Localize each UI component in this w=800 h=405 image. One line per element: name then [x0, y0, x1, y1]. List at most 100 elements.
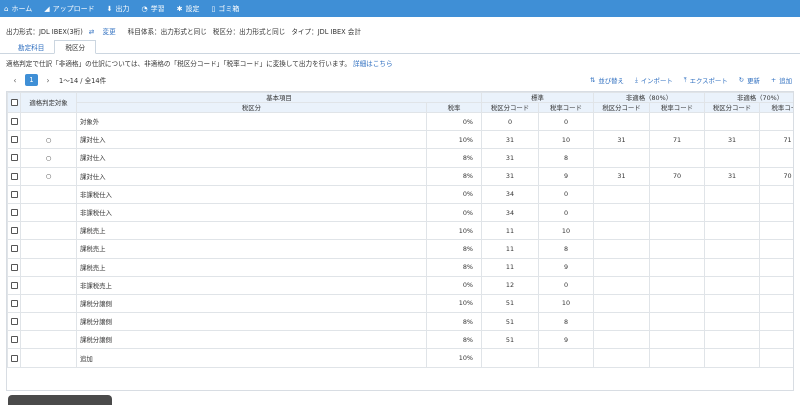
cell-sr: 0	[538, 202, 594, 223]
nav-item-5[interactable]: ▯ ゴミ箱	[212, 4, 240, 14]
next-page-button[interactable]: ›	[41, 76, 55, 85]
cell-sc: 11	[481, 221, 539, 241]
cell-sr: 10	[538, 293, 594, 314]
cell-sr: 9	[538, 257, 594, 277]
action-button-1[interactable]: ⤓ インポート	[635, 76, 673, 85]
qual-header: 適格判定対象	[20, 92, 77, 113]
row-checkbox[interactable]	[10, 136, 18, 144]
bottom-panel-tab[interactable]	[8, 395, 112, 405]
cell-rate: 8%	[426, 239, 482, 259]
cell-name: 対象外	[76, 111, 427, 132]
tab-accounts[interactable]: 勘定科目	[8, 40, 54, 53]
row-checkbox[interactable]	[10, 281, 18, 289]
toolbar: ‹ 1 › 1〜14 / 全14件 ⇅ 並び替え ⤓ インポート ⤒ エクスポート ↻ 更新 +…	[0, 71, 800, 89]
change-link[interactable]: ⇄ 変更	[89, 26, 122, 36]
table-row[interactable]: 非課税売上 0% 12 0	[7, 275, 793, 295]
row-checkbox[interactable]	[10, 172, 18, 180]
cell-a	[593, 202, 650, 223]
row-checkbox[interactable]	[10, 299, 18, 307]
trash-icon: ▯	[211, 4, 216, 13]
table-row[interactable]: 課税分譲側 8% 51 8	[7, 312, 793, 332]
select-all-checkbox[interactable]	[10, 99, 18, 106]
cell-name: 非課税売上	[76, 275, 427, 295]
cell-sr: 8	[538, 239, 594, 259]
nav-item-2[interactable]: ⬇ 出力	[107, 4, 130, 14]
table-row[interactable]: ○ 課対仕入 10% 31 10 31 71 31 71	[7, 130, 793, 150]
cell-d	[759, 184, 793, 204]
tax-category-text: 税区分：出力形式と同じ	[212, 27, 286, 36]
table-row[interactable]: 課税売上 10% 11 10	[7, 221, 793, 241]
row-select-cell	[7, 257, 21, 277]
cell-d	[759, 239, 793, 259]
row-checkbox[interactable]	[10, 336, 18, 344]
cell-qual	[20, 221, 77, 241]
page-1-button[interactable]: 1	[25, 74, 38, 86]
table-row[interactable]: 課税分譲側 10% 51 10	[7, 293, 793, 314]
cell-a	[593, 312, 650, 332]
row-checkbox[interactable]	[10, 245, 18, 253]
row-checkbox[interactable]	[10, 118, 18, 126]
cell-rate: 8%	[426, 257, 482, 277]
action-button-3[interactable]: ↻ 更新	[739, 76, 760, 85]
action-button-4[interactable]: + 追加	[771, 76, 792, 85]
cell-sc: 31	[481, 148, 539, 168]
cell-sc: 51	[481, 312, 539, 332]
pagination-info: 1〜14 / 全14件	[59, 77, 107, 85]
cell-sr: 8	[538, 312, 594, 332]
cell-rate: 8%	[426, 312, 482, 332]
cell-sc: 51	[481, 293, 539, 314]
table-row[interactable]: 課税分譲側 8% 51 9	[7, 330, 793, 350]
nav-item-label: ホーム	[11, 4, 33, 13]
table-row[interactable]: 課税売上 8% 11 9	[7, 257, 793, 277]
cell-c	[704, 275, 761, 295]
cell-c	[704, 293, 761, 314]
row-checkbox[interactable]	[10, 227, 18, 235]
nq80-header: 非適格（80%）	[592, 92, 706, 103]
cell-d	[759, 221, 793, 241]
table-row[interactable]: 追加 10%	[7, 348, 793, 368]
cell-c	[704, 257, 761, 277]
table-row[interactable]: 課税売上 8% 11 8	[7, 239, 793, 259]
cell-b	[648, 184, 706, 204]
action-button-2[interactable]: ⤒ エクスポート	[684, 76, 728, 85]
cell-d	[759, 312, 793, 332]
cell-qual	[20, 348, 77, 368]
row-checkbox[interactable]	[10, 354, 18, 362]
nav-item-0[interactable]: ⌂ ホーム	[4, 4, 32, 14]
tab-tax-class[interactable]: 税区分	[54, 40, 97, 54]
row-checkbox[interactable]	[10, 154, 18, 162]
cell-b	[648, 148, 706, 168]
nav-item-3[interactable]: ◔ 学習	[142, 4, 165, 14]
table-row[interactable]: ○ 課対仕入 8% 31 8	[7, 148, 793, 168]
action-button-0[interactable]: ⇅ 並び替え	[590, 76, 624, 85]
row-select-cell	[7, 130, 21, 150]
cell-sr: 10	[538, 221, 594, 241]
cell-sr	[538, 348, 594, 368]
cell-c	[704, 111, 761, 132]
cell-sr: 9	[538, 166, 594, 186]
row-checkbox[interactable]	[10, 263, 18, 271]
cell-sr: 0	[538, 111, 594, 132]
nav-item-1[interactable]: ◢ アップロード	[44, 4, 94, 14]
cell-name: 非課税仕入	[76, 202, 427, 223]
table-row[interactable]: 非課税仕入 0% 34 0	[7, 184, 793, 204]
cell-c	[704, 148, 761, 168]
cell-d	[759, 111, 793, 132]
nav-item-label: アップロード	[52, 4, 95, 13]
row-checkbox[interactable]	[10, 318, 18, 326]
row-checkbox[interactable]	[10, 209, 18, 217]
table-row[interactable]: 対象外 0% 0 0	[7, 111, 793, 132]
tax-table-container[interactable]: 適格判定対象 基本項目 標準 非適格（80%） 非適格（70%） 税区分 税率 …	[6, 91, 794, 391]
nav-item-4[interactable]: ✱ 設定	[177, 4, 200, 14]
row-select-cell	[7, 275, 21, 295]
cell-sr: 0	[538, 275, 594, 295]
table-row[interactable]: 非課税仕入 0% 34 0	[7, 202, 793, 223]
output-info-bar: 出力形式：JDL IBEX(3桁) ⇄ 変更 科目体系：出力形式と同じ 税区分：…	[0, 23, 800, 38]
cell-a	[593, 148, 650, 168]
prev-page-button[interactable]: ‹	[8, 76, 22, 85]
details-link[interactable]: 詳細はこちら	[353, 58, 393, 68]
table-row[interactable]: ○ 課対仕入 8% 31 9 31 70 31 70	[7, 166, 793, 186]
cell-name: 非課税仕入	[76, 184, 427, 204]
row-checkbox[interactable]	[10, 190, 18, 198]
cell-sc	[481, 348, 539, 368]
